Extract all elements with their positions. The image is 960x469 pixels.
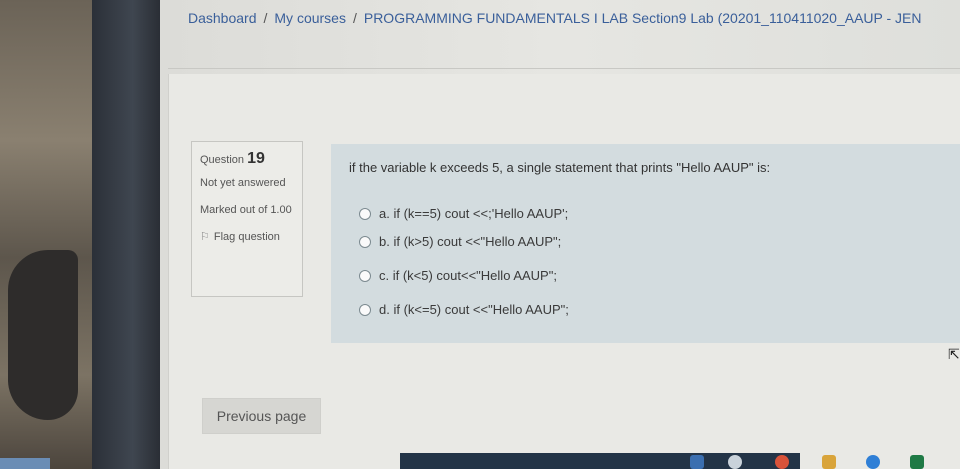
taskbar-left-segment: [0, 458, 50, 469]
answer-label: a. if (k==5) cout <<;'Hello AAUP';: [379, 206, 569, 221]
mouse-cursor-icon: ⇱: [948, 346, 960, 362]
breadcrumb-dashboard[interactable]: Dashboard: [188, 10, 257, 26]
radio-button[interactable]: [359, 235, 371, 248]
taskbar-app-icon[interactable]: [690, 455, 704, 469]
chrome-icon[interactable]: [775, 455, 789, 469]
answer-option-a[interactable]: a. if (k==5) cout <<;'Hello AAUP';: [359, 206, 568, 221]
divider: [168, 68, 960, 69]
answer-label: b. if (k>5) cout <<"Hello AAUP";: [379, 234, 562, 249]
radio-button[interactable]: [359, 207, 371, 220]
question-text: if the variable k exceeds 5, a single st…: [349, 160, 771, 175]
answer-option-d[interactable]: d. if (k<=5) cout <<"Hello AAUP";: [359, 302, 569, 317]
breadcrumb: Dashboard / My courses / PROGRAMMING FUNDAME…: [188, 10, 922, 26]
answer-option-b[interactable]: b. if (k>5) cout <<"Hello AAUP";: [359, 234, 561, 249]
edge-icon[interactable]: [866, 455, 880, 469]
question-number-line: Question 19: [200, 150, 294, 168]
question-marks: Marked out of 1.00: [200, 204, 292, 216]
radio-button[interactable]: [359, 269, 371, 282]
previous-page-button[interactable]: Previous page: [202, 398, 321, 434]
taskbar-app-icon[interactable]: [728, 455, 742, 469]
flag-question-link[interactable]: ⚐ Flag question: [200, 230, 294, 243]
monitor-bezel: [92, 0, 160, 469]
question-status: Not yet answered: [200, 177, 286, 189]
answer-label: d. if (k<=5) cout <<"Hello AAUP";: [379, 302, 569, 317]
desk-object: [8, 250, 78, 420]
question-info-box: Question 19 Not yet answered Marked out …: [191, 141, 303, 297]
breadcrumb-separator: /: [352, 10, 357, 26]
screen: Dashboard / My courses / PROGRAMMING FUNDAME…: [160, 0, 960, 469]
flag-icon: ⚐: [200, 231, 210, 243]
breadcrumb-my-courses[interactable]: My courses: [274, 10, 346, 26]
breadcrumb-separator: /: [263, 10, 268, 26]
flag-question-label: Flag question: [213, 231, 280, 243]
folder-icon[interactable]: [822, 455, 836, 469]
question-panel: if the variable k exceeds 5, a single st…: [331, 144, 960, 343]
question-label: Question: [200, 154, 245, 166]
radio-button[interactable]: [359, 303, 371, 316]
excel-icon[interactable]: [910, 455, 924, 469]
breadcrumb-course[interactable]: PROGRAMMING FUNDAMENTALS I LAB Section9 …: [364, 10, 922, 26]
question-number: 19: [247, 150, 265, 167]
answer-option-c[interactable]: c. if (k<5) cout<<"Hello AAUP";: [359, 268, 557, 283]
answer-label: c. if (k<5) cout<<"Hello AAUP";: [379, 268, 557, 283]
